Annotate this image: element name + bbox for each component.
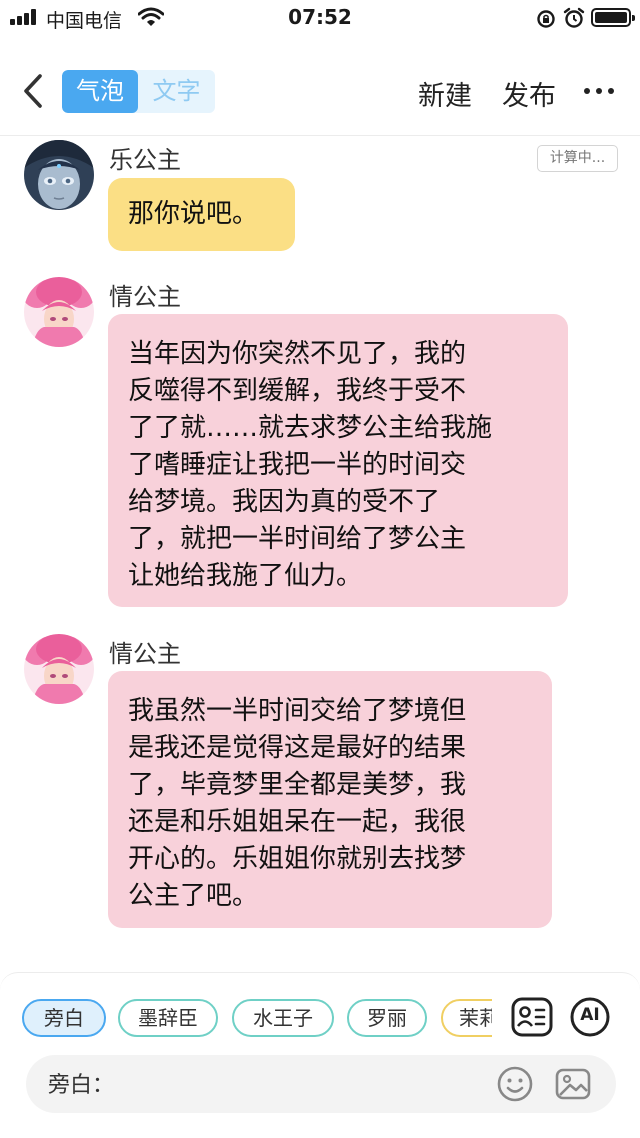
ai-icon[interactable]: AI [570, 997, 610, 1037]
message-bubble[interactable]: 我虽然一半时间交给了梦境但 是我还是觉得这是最好的结果 了，毕竟梦里全都是美梦，… [108, 671, 552, 928]
toggle-text-mode[interactable]: 文字 [138, 70, 215, 113]
more-icon[interactable] [584, 88, 614, 96]
back-chevron-icon[interactable] [16, 70, 50, 112]
dialogue-input[interactable]: 旁白： [26, 1055, 616, 1113]
chip-character[interactable]: 墨辞臣 [118, 999, 218, 1037]
battery-icon [591, 8, 635, 27]
message-bubble[interactable]: 那你说吧。 [108, 178, 295, 251]
calculating-tag: 计算中... [537, 145, 618, 172]
emoji-icon[interactable] [496, 1065, 534, 1103]
input-label: 旁白： [48, 1073, 115, 1098]
sender-name: 情公主 [109, 640, 181, 668]
ai-label: AI [580, 1005, 600, 1025]
avatar[interactable] [24, 634, 94, 704]
new-button[interactable]: 新建 [418, 74, 472, 113]
orientation-lock-icon [537, 10, 555, 28]
publish-button[interactable]: 发布 [502, 74, 556, 113]
alarm-icon [563, 7, 585, 28]
message-bubble[interactable]: 当年因为你突然不见了，我的 反噬得不到缓解，我终于受不 了了就……就去求梦公主给… [108, 314, 568, 607]
sender-name: 情公主 [109, 283, 181, 311]
image-icon[interactable] [554, 1065, 592, 1103]
chip-character[interactable]: 茉莉 [441, 999, 492, 1037]
avatar[interactable] [24, 277, 94, 347]
sender-name: 乐公主 [109, 146, 181, 174]
bottom-input-panel: 旁白 墨辞臣 水王子 罗丽 茉莉 AI 旁白： [0, 972, 640, 1138]
status-bar: 中国电信 07:52 [0, 0, 640, 36]
character-chip-row: 旁白 墨辞臣 水王子 罗丽 茉莉 [20, 999, 492, 1039]
character-card-icon[interactable] [511, 997, 553, 1037]
bubble-text-toggle: 气泡 文字 [62, 70, 215, 113]
toggle-bubble-mode[interactable]: 气泡 [62, 70, 138, 113]
chip-character[interactable]: 罗丽 [347, 999, 427, 1037]
chip-character[interactable]: 水王子 [232, 999, 334, 1037]
chip-narrator[interactable]: 旁白 [22, 999, 106, 1037]
avatar[interactable] [24, 140, 94, 210]
top-nav-bar: 气泡 文字 新建 发布 [0, 56, 640, 136]
